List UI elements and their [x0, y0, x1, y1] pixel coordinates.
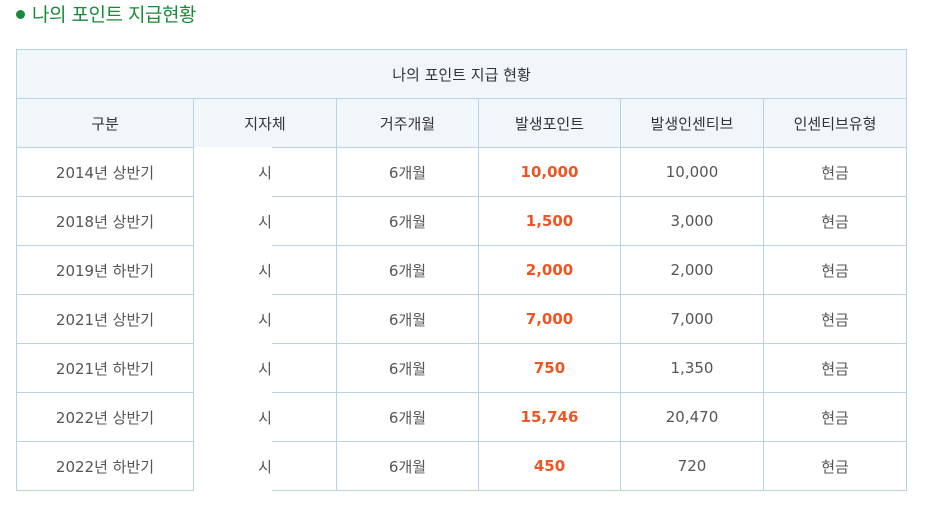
- cell-incentive: 1,350: [620, 343, 764, 393]
- table-row: 2019년 하반기 시 6개월 2,000 2,000 현금: [16, 245, 908, 295]
- cell-months: 6개월: [336, 147, 479, 197]
- header-region: 지자체: [193, 98, 337, 148]
- cell-months: 6개월: [336, 196, 479, 246]
- cell-incentive: 3,000: [620, 196, 764, 246]
- table-row: 2022년 상반기 시 6개월 15,746 20,470 현금: [16, 392, 908, 442]
- cell-region-text: 시: [258, 408, 272, 427]
- cell-region: 시: [193, 392, 337, 442]
- table-row: 2014년 상반기 시 6개월 10,000 10,000 현금: [16, 147, 908, 197]
- cell-region: 시: [193, 441, 337, 491]
- cell-period: 2019년 하반기: [16, 245, 194, 295]
- cell-period: 2022년 상반기: [16, 392, 194, 442]
- cell-points: 2,000: [478, 245, 621, 295]
- cell-region: 시: [193, 245, 337, 295]
- header-period: 구분: [16, 98, 194, 148]
- cell-points: 750: [478, 343, 621, 393]
- cell-region: 시: [193, 147, 337, 197]
- cell-incentive: 2,000: [620, 245, 764, 295]
- cell-points: 1,500: [478, 196, 621, 246]
- table-row: 2021년 하반기 시 6개월 750 1,350 현금: [16, 343, 908, 393]
- header-type: 인센티브유형: [762, 98, 908, 148]
- header-points: 발생포인트: [478, 98, 621, 148]
- cell-type: 현금: [762, 392, 908, 442]
- cell-incentive: 7,000: [620, 294, 764, 344]
- cell-region: 시: [193, 294, 337, 344]
- cell-region-text: 시: [258, 163, 272, 182]
- cell-period: 2018년 상반기: [16, 196, 194, 246]
- cell-period: 2022년 하반기: [16, 441, 194, 491]
- header-months: 거주개월: [336, 98, 479, 148]
- cell-points: 10,000: [478, 147, 621, 197]
- cell-incentive: 20,470: [620, 392, 764, 442]
- cell-region: 시: [193, 343, 337, 393]
- cell-type: 현금: [762, 343, 908, 393]
- cell-points: 450: [478, 441, 621, 491]
- page-title: 나의 포인트 지급현황: [32, 3, 196, 26]
- cell-region-text: 시: [258, 359, 272, 378]
- cell-type: 현금: [762, 196, 908, 246]
- cell-type: 현금: [762, 294, 908, 344]
- cell-region-text: 시: [258, 310, 272, 329]
- header-incentive: 발생인센티브: [620, 98, 764, 148]
- table-row: 2021년 상반기 시 6개월 7,000 7,000 현금: [16, 294, 908, 344]
- table-caption: 나의 포인트 지급 현황: [15, 49, 908, 99]
- cell-type: 현금: [762, 147, 908, 197]
- cell-months: 6개월: [336, 245, 479, 295]
- cell-months: 6개월: [336, 343, 479, 393]
- cell-region-text: 시: [258, 261, 272, 280]
- cell-incentive: 720: [620, 441, 764, 491]
- cell-period: 2021년 상반기: [16, 294, 194, 344]
- cell-points: 7,000: [478, 294, 621, 344]
- cell-period: 2014년 상반기: [16, 147, 194, 197]
- cell-months: 6개월: [336, 392, 479, 442]
- cell-region: 시: [193, 196, 337, 246]
- cell-type: 현금: [762, 441, 908, 491]
- cell-months: 6개월: [336, 441, 479, 491]
- points-table: 나의 포인트 지급 현황 구분 지자체 거주개월 발생포인트 발생인센티브 인센…: [15, 49, 908, 491]
- cell-months: 6개월: [336, 294, 479, 344]
- section-title: 나의 포인트 지급현황: [16, 0, 196, 26]
- cell-region-text: 시: [258, 212, 272, 231]
- table-header-row: 구분 지자체 거주개월 발생포인트 발생인센티브 인센티브유형: [16, 98, 908, 148]
- table-caption-row: 나의 포인트 지급 현황: [15, 49, 908, 99]
- cell-points: 15,746: [478, 392, 621, 442]
- cell-incentive: 10,000: [620, 147, 764, 197]
- bullet-dot-icon: [16, 9, 25, 19]
- table-row: 2018년 상반기 시 6개월 1,500 3,000 현금: [16, 196, 908, 246]
- cell-period: 2021년 하반기: [16, 343, 194, 393]
- cell-type: 현금: [762, 245, 908, 295]
- table-row: 2022년 하반기 시 6개월 450 720 현금: [16, 441, 908, 491]
- cell-region-text: 시: [258, 457, 272, 476]
